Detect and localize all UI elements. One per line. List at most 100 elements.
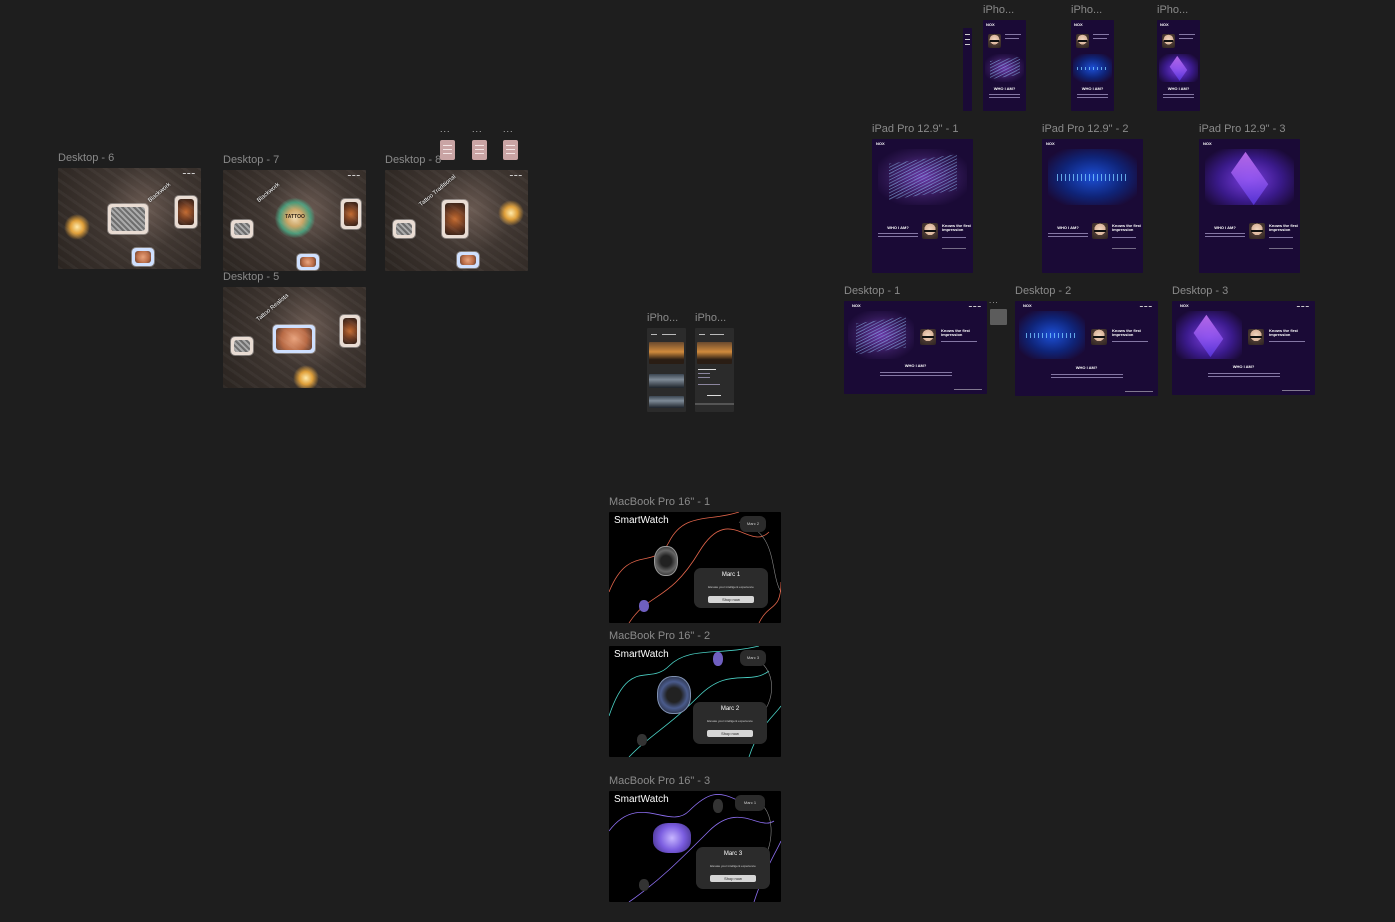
avatar xyxy=(1249,223,1265,239)
frame-label-iphone[interactable]: iPho... xyxy=(695,312,726,324)
frame-label-desktop-8[interactable]: Desktop - 8 xyxy=(385,154,441,166)
watch-image xyxy=(653,823,691,853)
frame-iphone-a[interactable]: NOX WHO I AM? xyxy=(983,20,1026,111)
who-heading: WHO I AM? xyxy=(1232,364,1255,369)
frame-label-iphone[interactable]: iPho... xyxy=(647,312,678,324)
shop-now-button[interactable]: Shop now xyxy=(710,875,756,882)
frame-label-desktop-5[interactable]: Desktop - 5 xyxy=(223,271,279,283)
text-line xyxy=(1112,341,1148,342)
frame-desktop-6[interactable]: Blackwork ▬ ▬ ▬ xyxy=(58,168,201,269)
frame-label-desktop-7[interactable]: Desktop - 7 xyxy=(223,154,279,166)
mini-component[interactable] xyxy=(472,140,487,160)
watch-thumb xyxy=(639,600,649,612)
frame-ipad-3[interactable]: NOX WHO I AM? Knows the first impression xyxy=(1199,139,1300,273)
tattoo-card xyxy=(457,252,479,268)
product-card: Marc 1 Elevate your intelligent experien… xyxy=(694,568,768,608)
shop-now-button[interactable]: Shop now xyxy=(708,596,754,603)
product-image xyxy=(649,374,684,388)
avatar xyxy=(1092,223,1108,239)
who-heading: WHO I AM? xyxy=(1214,225,1236,230)
frame-label-desktop-3[interactable]: Desktop - 3 xyxy=(1172,285,1228,297)
knows-text: Knows the first impression xyxy=(942,223,971,232)
brand-title: SmartWatch xyxy=(614,649,669,660)
tattoo-card xyxy=(231,220,253,238)
text-line xyxy=(1269,341,1305,342)
nav-links: ▬ ▬ ▬ xyxy=(509,173,522,177)
frame-macbook-1[interactable]: SmartWatch Marc 2 Marc 1 Elevate your in… xyxy=(609,512,781,623)
next-product-pill[interactable]: Marc 3 xyxy=(740,650,766,666)
frame-macbook-2[interactable]: SmartWatch Marc 3 Marc 2 Elevate your in… xyxy=(609,646,781,757)
frame-macbook-3[interactable]: SmartWatch Marc 1 Marc 3 Elevate your in… xyxy=(609,791,781,902)
frame-desktop-5[interactable]: Tattoo Realista xyxy=(223,287,366,388)
product-name: Marc 2 xyxy=(720,706,740,712)
frame-label-macbook-1[interactable]: MacBook Pro 16" - 1 xyxy=(609,496,710,508)
text-line xyxy=(698,384,720,385)
frame-desktop-2[interactable]: NOX ▬ ▬ ▬ Knows the first impression WHO … xyxy=(1015,301,1158,396)
nav-links: ▬ ▬ ▬ xyxy=(1139,304,1152,308)
frame-label-ipad-3[interactable]: iPad Pro 12.9" - 3 xyxy=(1199,123,1285,135)
back-icon xyxy=(651,334,657,335)
text-line xyxy=(1112,237,1136,238)
next-product-pill[interactable]: Marc 1 xyxy=(735,795,765,811)
nav-links: ▬ ▬ ▬ xyxy=(1296,304,1309,308)
text-line xyxy=(1051,374,1123,375)
knows-text: Knows the first impression xyxy=(941,328,970,337)
text-line xyxy=(1077,97,1108,98)
frame-mobile-menu[interactable] xyxy=(963,28,972,111)
frame-label-desktop-6[interactable]: Desktop - 6 xyxy=(58,152,114,164)
frame-label-iphone[interactable]: iPho... xyxy=(1157,4,1188,16)
product-desc: Elevate your intelligent experience xyxy=(710,864,756,868)
who-heading: WHO I AM? xyxy=(1057,225,1079,230)
watch-thumb xyxy=(713,799,723,813)
frame-label-ipad-2[interactable]: iPad Pro 12.9" - 2 xyxy=(1042,123,1128,135)
knows-text: Knows the first impression xyxy=(1112,223,1141,232)
mini-component[interactable] xyxy=(503,140,518,160)
frame-label-iphone[interactable]: iPho... xyxy=(1071,4,1102,16)
who-heading: WHO I AM? xyxy=(1075,365,1098,370)
text-line xyxy=(1051,377,1123,378)
text-line xyxy=(1208,376,1280,377)
frame-desktop-3[interactable]: NOX ▬ ▬ ▬ Knows the first impression WHO … xyxy=(1172,301,1315,395)
brand-logo: NOX xyxy=(986,22,995,27)
watch-thumb xyxy=(639,879,649,891)
menu-lines xyxy=(965,34,970,35)
frame-iphone-e[interactable] xyxy=(695,328,734,412)
frame-label-iphone[interactable]: iPho... xyxy=(983,4,1014,16)
next-product-pill[interactable]: Marc 2 xyxy=(740,516,766,532)
tattoo-card xyxy=(175,196,197,228)
frame-desktop-8[interactable]: Tattoo Traditional ▬ ▬ ▬ xyxy=(385,170,528,271)
brand-logo: NOX xyxy=(1160,22,1169,27)
social-icons xyxy=(942,248,966,249)
text-line xyxy=(989,97,1020,98)
mini-component[interactable] xyxy=(990,309,1007,325)
frame-ipad-2[interactable]: NOX WHO I AM? Knows the first impression xyxy=(1042,139,1143,273)
tattoo-card xyxy=(341,199,361,229)
hero-image xyxy=(878,149,967,205)
frame-label-macbook-3[interactable]: MacBook Pro 16" - 3 xyxy=(609,775,710,787)
text-line xyxy=(878,236,918,237)
frame-label-desktop-1[interactable]: Desktop - 1 xyxy=(844,285,900,297)
frame-iphone-d[interactable] xyxy=(647,328,686,412)
frame-label-macbook-2[interactable]: MacBook Pro 16" - 2 xyxy=(609,630,710,642)
frame-iphone-b[interactable]: NOX WHO I AM? xyxy=(1071,20,1114,111)
text-line xyxy=(1179,34,1195,35)
brand-logo: NOX xyxy=(1023,303,1032,308)
shop-now-button[interactable]: Shop now xyxy=(707,730,753,737)
avatar xyxy=(988,34,1001,48)
lamp-glow xyxy=(293,365,319,388)
frame-ipad-1[interactable]: NOX WHO I AM? Knows the first impression xyxy=(872,139,973,273)
frame-desktop-1[interactable]: NOX ▬ ▬ ▬ Knows the first impression WHO … xyxy=(844,301,987,394)
text-line xyxy=(698,373,710,374)
text-line xyxy=(1048,233,1088,234)
nav-links: ▬ ▬ ▬ xyxy=(182,171,195,175)
logo-text: TATTOO xyxy=(285,214,305,220)
frame-label-desktop-2[interactable]: Desktop - 2 xyxy=(1015,285,1071,297)
frame-desktop-7[interactable]: Blackwork TATTOO ▬ ▬ ▬ xyxy=(223,170,366,271)
component-dots: ... xyxy=(440,124,451,134)
frame-iphone-c[interactable]: NOX WHO I AM? xyxy=(1157,20,1200,111)
mini-component[interactable] xyxy=(440,140,455,160)
hero-image xyxy=(1159,54,1198,82)
footer xyxy=(1125,391,1153,392)
frame-label-ipad-1[interactable]: iPad Pro 12.9" - 1 xyxy=(872,123,958,135)
hero-image xyxy=(848,311,914,359)
